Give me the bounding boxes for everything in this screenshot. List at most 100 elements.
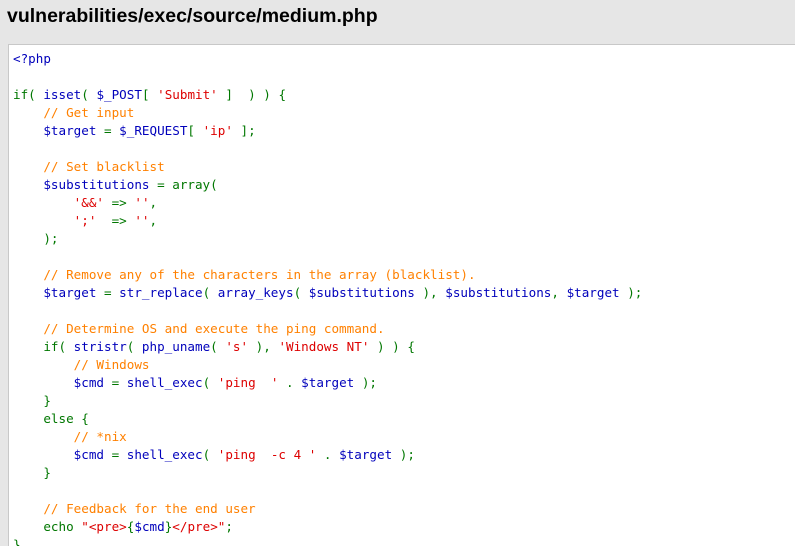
code-token-default <box>13 429 74 444</box>
code-token-default: $cmd <box>13 375 104 390</box>
code-line: else { <box>13 410 642 428</box>
code-token-comment: // Get input <box>43 105 135 120</box>
code-token-default: $cmd <box>13 447 104 462</box>
code-token-keyword: ); <box>392 447 415 462</box>
code-token-keyword: . <box>316 447 340 462</box>
code-token-keyword: = <box>104 447 127 462</box>
code-token-keyword: [ <box>141 87 158 102</box>
code-token-default: $target <box>13 123 97 138</box>
code-line: $cmd = shell_exec( 'ping -c 4 ' . $targe… <box>13 446 642 464</box>
code-token-keyword: } <box>13 465 51 480</box>
code-token-default <box>13 105 43 120</box>
code-token-default <box>13 213 74 228</box>
code-token-keyword: ); <box>619 285 643 300</box>
code-token-default: $substitutions <box>308 285 415 300</box>
code-token-default <box>13 519 43 534</box>
code-token-comment: // Determine OS and execute the ping com… <box>43 321 385 336</box>
code-line: <?php <box>13 50 642 68</box>
code-line: } <box>13 536 642 546</box>
code-line: ); <box>13 230 642 248</box>
code-line: // Get input <box>13 104 642 122</box>
code-line: ';' => '', <box>13 212 642 230</box>
code-token-default <box>13 267 43 282</box>
code-token-keyword: = <box>96 123 120 138</box>
code-token-keyword: , <box>551 285 567 300</box>
code-token-default: $substitutions <box>445 285 552 300</box>
code-token-keyword: ) ) { <box>369 339 415 354</box>
code-token-default: <?php <box>13 51 51 66</box>
code-token-string: 'ping ' <box>217 375 279 390</box>
code-token-keyword: echo <box>43 519 82 534</box>
code-line: // *nix <box>13 428 642 446</box>
code-token-default: $substitutions <box>13 177 150 192</box>
code-token-default <box>13 501 43 516</box>
code-token-keyword: . <box>278 375 302 390</box>
code-token-default: php_uname <box>141 339 211 354</box>
source-viewer-page: vulnerabilities/exec/source/medium.php <… <box>0 0 795 546</box>
code-token-keyword: ); <box>354 375 377 390</box>
code-token-string: 'ping -c 4 ' <box>217 447 317 462</box>
code-token-keyword: ); <box>13 231 59 246</box>
code-token-keyword: = <box>104 375 127 390</box>
code-line: '&&' => '', <box>13 194 642 212</box>
code-token-comment: // *nix <box>73 429 127 444</box>
code-token-keyword: = <box>96 285 120 300</box>
code-token-default: stristr <box>73 339 127 354</box>
code-token-comment: // Remove any of the characters in the a… <box>43 267 476 282</box>
code-token-keyword: ), <box>414 285 446 300</box>
code-token-keyword: = array( <box>149 177 218 192</box>
code-token-string: 'Submit' <box>157 87 218 102</box>
code-token-keyword: ( <box>202 447 218 462</box>
code-token-string: '&&' <box>73 195 105 210</box>
code-token-keyword: } <box>13 537 21 546</box>
code-line: } <box>13 392 642 410</box>
code-token-default: str_replace <box>119 285 203 300</box>
code-token-keyword: ] ) ) { <box>217 87 287 102</box>
code-token-default: $target <box>13 285 97 300</box>
code-token-default: $_REQUEST <box>119 123 188 138</box>
code-token-default <box>13 195 74 210</box>
code-token-default: shell_exec <box>126 447 203 462</box>
code-line: // Set blacklist <box>13 158 642 176</box>
code-line: // Determine OS and execute the ping com… <box>13 320 642 338</box>
code-token-keyword: , <box>149 195 158 210</box>
code-token-comment: // Set blacklist <box>43 159 165 174</box>
php-source-code[interactable]: <?php if( isset( $_POST[ 'Submit' ] ) ) … <box>13 50 642 546</box>
code-token-default: shell_exec <box>126 375 203 390</box>
code-token-string: </pre>" <box>172 519 226 534</box>
code-line: // Windows <box>13 356 642 374</box>
code-token-keyword: ( <box>81 87 97 102</box>
code-line: $substitutions = array( <box>13 176 642 194</box>
code-token-keyword: ( <box>210 339 226 354</box>
code-token-comment: // Windows <box>73 357 150 372</box>
code-token-comment: // Feedback for the end user <box>43 501 256 516</box>
code-token-keyword: ( <box>202 285 218 300</box>
code-token-keyword: , <box>149 213 158 228</box>
code-token-default: $_POST <box>96 87 142 102</box>
code-token-keyword: ( <box>126 339 142 354</box>
code-token-keyword: if( <box>13 87 44 102</box>
code-token-default: $target <box>339 447 393 462</box>
code-line: $target = str_replace( array_keys( $subs… <box>13 284 642 302</box>
code-token-keyword: if( <box>13 339 74 354</box>
code-token-default <box>13 159 43 174</box>
code-token-string: 'Windows NT' <box>278 339 370 354</box>
code-token-keyword: ( <box>293 285 309 300</box>
code-token-default: $target <box>566 285 620 300</box>
code-token-keyword: ; <box>225 519 233 534</box>
code-token-default: array_keys <box>217 285 294 300</box>
code-line: if( stristr( php_uname( 's' ), 'Windows … <box>13 338 642 356</box>
code-line: echo "<pre>{$cmd}</pre>"; <box>13 518 642 536</box>
code-token-keyword: => <box>104 195 135 210</box>
code-line: // Remove any of the characters in the a… <box>13 266 642 284</box>
code-token-keyword: => <box>96 213 135 228</box>
code-token-default: $cmd <box>134 519 165 534</box>
code-token-default: $target <box>301 375 355 390</box>
code-line: } <box>13 464 642 482</box>
code-token-default <box>13 321 43 336</box>
